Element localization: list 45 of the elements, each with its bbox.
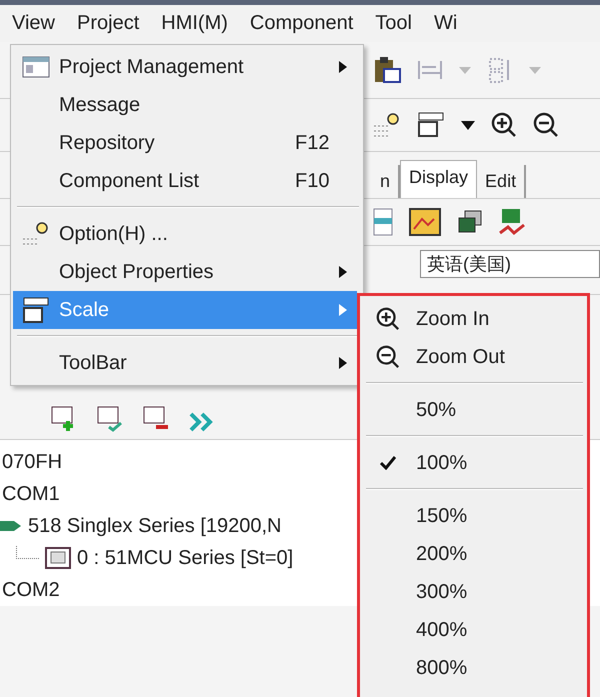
menu-bar-item[interactable]: Project — [77, 12, 140, 35]
menu-bar-item[interactable]: Wi — [434, 12, 458, 35]
menu-item[interactable]: 200% — [360, 535, 587, 573]
caret-icon[interactable] — [460, 119, 476, 131]
zoom-in-icon[interactable] — [490, 111, 518, 139]
clipboard-icon[interactable] — [372, 55, 402, 85]
zoom-in-icon — [375, 306, 401, 332]
tree-item[interactable]: COM1 — [2, 482, 60, 506]
tree-item[interactable]: 070FH — [2, 450, 62, 474]
picture-icon[interactable] — [408, 207, 442, 237]
menu-item[interactable]: Zoom Out — [360, 338, 587, 376]
language-field[interactable]: 英语(美国) — [420, 250, 600, 278]
menu-item[interactable]: ToolBar — [13, 344, 357, 382]
tree-item[interactable]: COM2 — [2, 578, 60, 602]
menu-item[interactable]: 150% — [360, 497, 587, 535]
menu-item[interactable]: Option(H) ... — [13, 215, 357, 253]
chart-icon[interactable] — [498, 207, 526, 237]
menu-item[interactable]: Project Management — [13, 48, 357, 86]
menu-item[interactable]: Component List F10 — [13, 162, 357, 200]
tab[interactable]: Display — [400, 160, 478, 198]
device-icon — [45, 547, 71, 569]
menu-item[interactable]: 100% — [360, 444, 587, 482]
menu-bar-item[interactable]: HMI(M) — [161, 12, 228, 35]
window-icon — [22, 56, 50, 78]
menu-bar-item[interactable]: View — [12, 12, 55, 35]
checkmark-icon — [380, 456, 396, 470]
zoom-out-icon — [375, 344, 401, 370]
menu-bar-item[interactable]: Component — [250, 12, 354, 35]
panel-icon[interactable] — [372, 207, 394, 237]
menu-item[interactable]: 400% — [360, 611, 587, 649]
tab[interactable]: Edit — [477, 165, 526, 198]
check-device-icon[interactable] — [96, 405, 124, 433]
windows-icon[interactable] — [456, 209, 484, 235]
connector-icon — [0, 519, 22, 533]
menu-item[interactable]: 800% — [360, 649, 587, 687]
zoom-out-icon[interactable] — [532, 111, 560, 139]
menu-item[interactable]: 300% — [360, 573, 587, 611]
menu-item[interactable]: Object Properties — [13, 253, 357, 291]
tree-item[interactable]: 0 : 51MCU Series [St=0] — [77, 546, 294, 570]
menu-item[interactable]: 50% — [360, 391, 587, 429]
menu-bar-item[interactable]: Tool — [375, 12, 412, 35]
menu-item[interactable]: Zoom In — [360, 300, 587, 338]
menu-item[interactable]: Message — [13, 86, 357, 124]
tree-item[interactable]: 518 Singlex Series [19200,N — [28, 514, 282, 538]
menu-item[interactable]: Repository F12 — [13, 124, 357, 162]
